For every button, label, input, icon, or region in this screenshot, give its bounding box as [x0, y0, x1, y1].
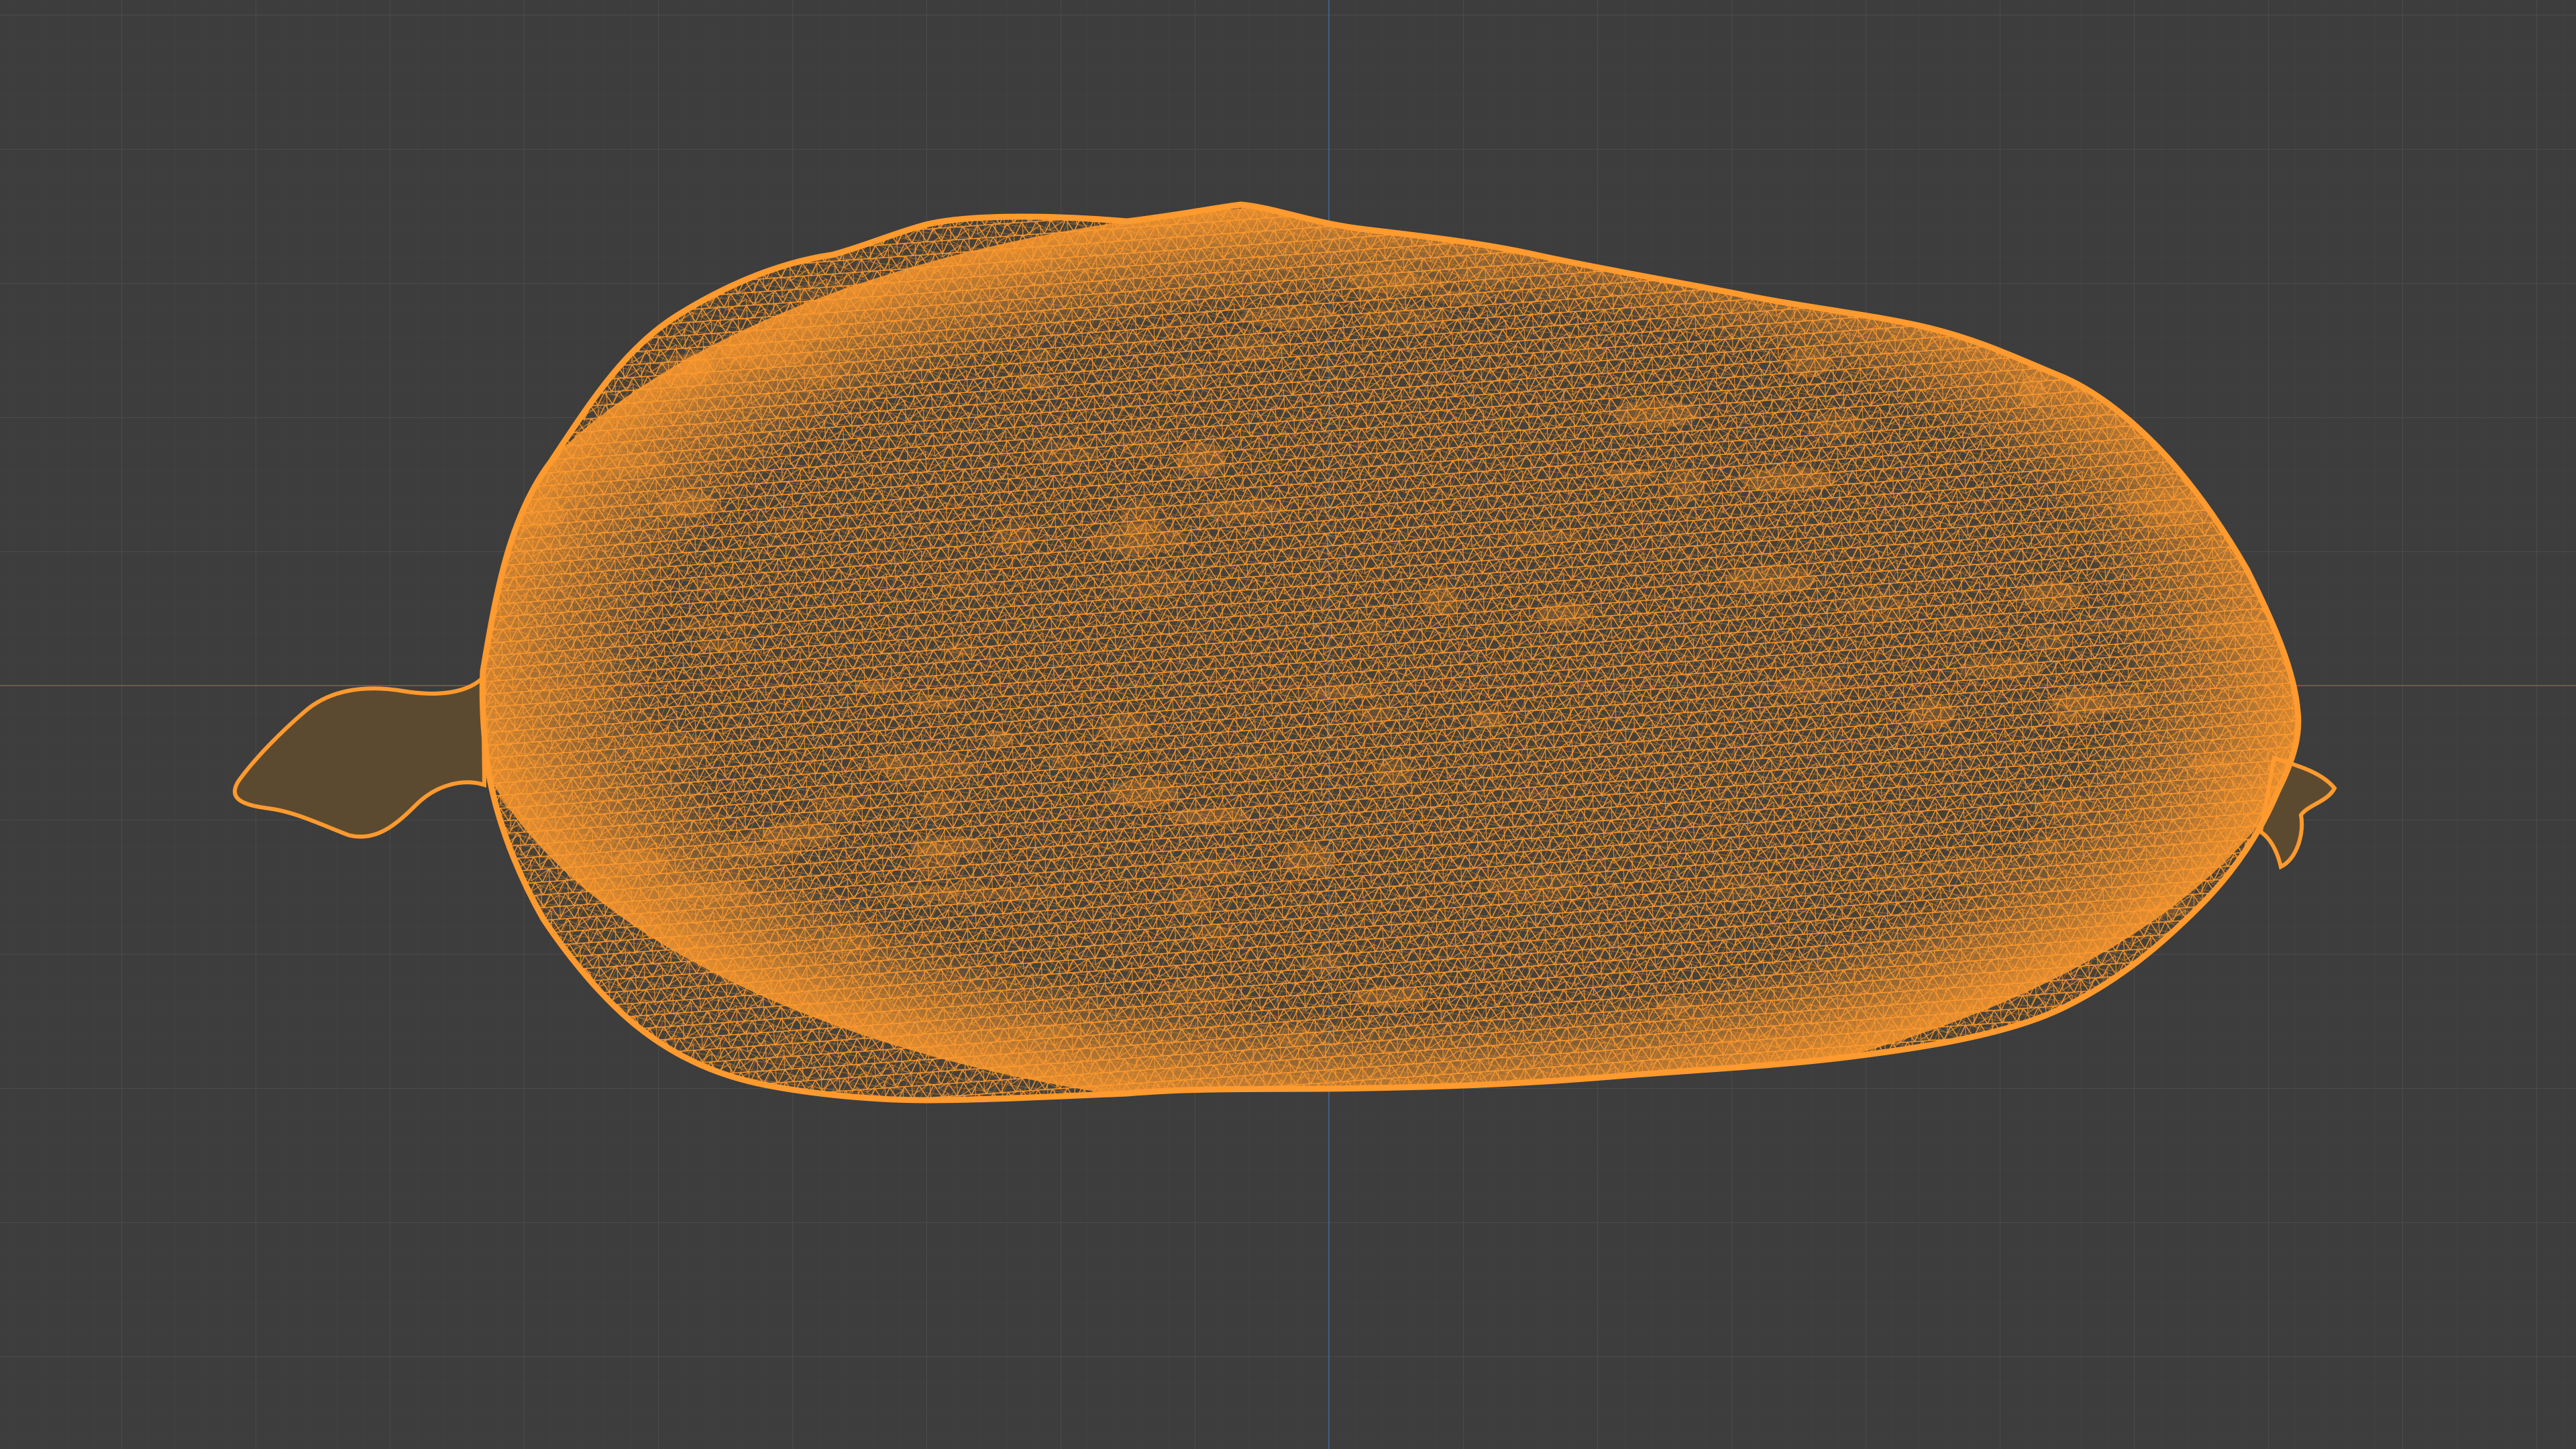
viewport-canvas[interactable] — [0, 0, 2576, 1449]
3d-viewport[interactable] — [0, 0, 2576, 1449]
mesh-bump — [769, 1035, 802, 1066]
